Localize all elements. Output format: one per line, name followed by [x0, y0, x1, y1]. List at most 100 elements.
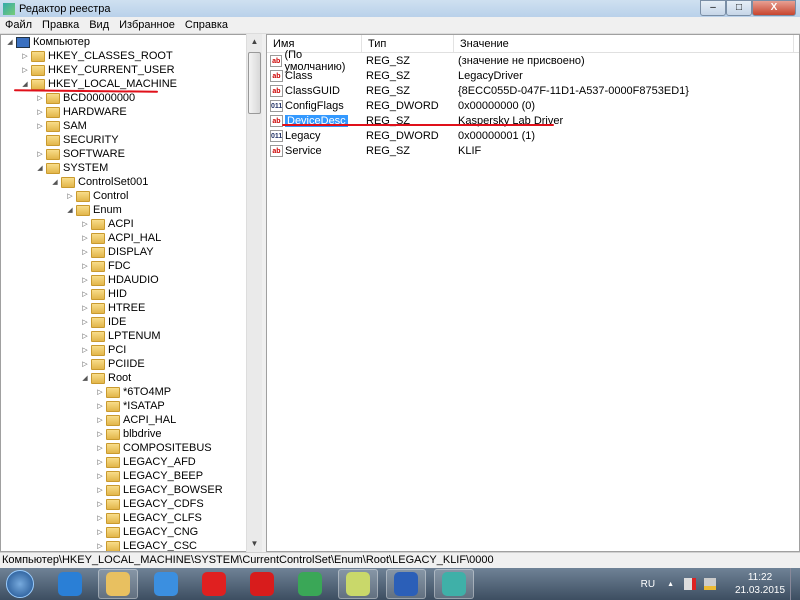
tree-node[interactable]: ▷ DISPLAY [80, 245, 153, 259]
tree-node[interactable]: ▷ HTREE [80, 301, 145, 315]
value-row[interactable]: ab (По умолчанию) REG_SZ (значение не присв… [267, 49, 799, 73]
tree-node[interactable]: ▷ COMPOSITEBUS [95, 441, 211, 455]
tree-node[interactable]: ▷ LEGACY_BOWSER [95, 483, 222, 497]
scroll-thumb[interactable] [248, 52, 261, 114]
taskbar-file-explorer-button[interactable] [98, 569, 138, 599]
expand-arrow-icon[interactable]: ▷ [35, 122, 45, 130]
tree-node[interactable]: ▷ HARDWARE [35, 105, 126, 119]
expand-arrow-icon[interactable]: ▷ [20, 66, 30, 74]
expand-arrow-icon[interactable]: ▷ [35, 94, 45, 102]
expand-arrow-icon[interactable]: ▷ [80, 318, 90, 326]
expand-arrow-icon[interactable]: ▷ [20, 52, 30, 60]
scroll-down-icon[interactable]: ▼ [247, 536, 262, 552]
tree-node[interactable]: ▷ IDE [80, 315, 126, 329]
expand-arrow-icon[interactable]: ▷ [95, 402, 105, 410]
tree-node[interactable]: ▷ blbdrive [95, 427, 161, 441]
expand-arrow-icon[interactable]: ▷ [95, 500, 105, 508]
tree-node[interactable]: ◢ Root [80, 371, 131, 385]
tree-node[interactable]: ▷ LEGACY_CSC [95, 539, 197, 551]
expand-arrow-icon[interactable]: ▷ [80, 290, 90, 298]
tree-node[interactable]: ◢ Компьютер [5, 35, 90, 49]
network-icon[interactable] [704, 578, 716, 590]
expand-arrow-icon[interactable]: ▷ [95, 472, 105, 480]
show-desktop-button[interactable] [790, 568, 800, 600]
tree-node[interactable]: ▷ LEGACY_CDFS [95, 497, 203, 511]
expand-arrow-icon[interactable]: ▷ [80, 262, 90, 270]
taskbar-yandex-browser-button[interactable] [194, 569, 234, 599]
expand-arrow-icon[interactable]: ▷ [95, 486, 105, 494]
menu-help[interactable]: Справка [180, 19, 233, 31]
taskbar-chrome-button[interactable] [290, 569, 330, 599]
tree-node[interactable]: ▷ LEGACY_CNG [95, 525, 198, 539]
tree-node[interactable]: ▷ *6TO4MP [95, 385, 171, 399]
expand-arrow-icon[interactable]: ▷ [95, 416, 105, 424]
tree-node[interactable]: ▷ ACPI_HAL [80, 231, 161, 245]
taskbar-sticky-notes-button[interactable] [338, 569, 378, 599]
value-row[interactable]: 011 Legacy REG_DWORD 0x00000001 (1) [267, 128, 799, 143]
tree-node[interactable]: ▷ *ISATAP [95, 399, 164, 413]
column-value[interactable]: Значение [454, 35, 794, 52]
expand-arrow-icon[interactable]: ▷ [95, 388, 105, 396]
tree-scrollbar[interactable]: ▲ ▼ [246, 34, 262, 552]
tree-node[interactable]: ◢ SYSTEM [35, 161, 108, 175]
tree-node[interactable]: ▷ ACPI [80, 217, 133, 231]
menu-view[interactable]: Вид [84, 19, 114, 31]
collapse-arrow-icon[interactable]: ◢ [80, 374, 90, 382]
clock[interactable]: 11:22 21.03.2015 [730, 571, 790, 597]
menu-file[interactable]: Файл [0, 19, 37, 31]
tree-node[interactable]: ◢ ControlSet001 [50, 175, 148, 189]
expand-arrow-icon[interactable]: ▷ [95, 444, 105, 452]
tree-node[interactable]: ▷ LPTENUM [80, 329, 160, 343]
close-button[interactable]: X [752, 0, 796, 16]
tree-node[interactable]: SECURITY [35, 133, 119, 147]
tree-node[interactable]: ▷ SAM [35, 119, 87, 133]
taskbar-internet-explorer-button[interactable] [50, 569, 90, 599]
show-hidden-icons[interactable]: ▲ [667, 581, 674, 588]
expand-arrow-icon[interactable]: ▷ [35, 150, 45, 158]
taskbar-word-button[interactable] [386, 569, 426, 599]
expand-arrow-icon[interactable]: ▷ [35, 108, 45, 116]
value-row[interactable]: ab ClassGUID REG_SZ {8ECC055D-047F-11D1-A53… [267, 83, 799, 98]
scroll-up-icon[interactable]: ▲ [247, 34, 262, 50]
taskbar-media-player-button[interactable] [146, 569, 186, 599]
expand-arrow-icon[interactable]: ▷ [95, 458, 105, 466]
tree-node[interactable]: ▷ HDAUDIO [80, 273, 158, 287]
tree-node[interactable]: ◢ Enum [65, 203, 121, 217]
expand-arrow-icon[interactable]: ▷ [95, 514, 105, 522]
collapse-arrow-icon[interactable]: ◢ [5, 38, 15, 46]
taskbar-yandex-button[interactable] [242, 569, 282, 599]
column-type[interactable]: Тип [362, 35, 454, 52]
tree-node[interactable]: ▷ LEGACY_CLFS [95, 511, 202, 525]
tree-node[interactable]: ▷ HKEY_CLASSES_ROOT [20, 49, 172, 63]
expand-arrow-icon[interactable]: ▷ [95, 542, 105, 550]
expand-arrow-icon[interactable]: ▷ [80, 332, 90, 340]
maximize-button[interactable]: □ [726, 0, 752, 16]
tree-node[interactable]: ▷ LEGACY_BEEP [95, 469, 203, 483]
tree-node[interactable]: ▷ HID [80, 287, 127, 301]
start-button[interactable] [0, 569, 40, 599]
tree-node[interactable]: ▷ PCI [80, 343, 126, 357]
tree-node[interactable]: ▷ PCIIDE [80, 357, 144, 371]
tree-node[interactable]: ▷ ACPI_HAL [95, 413, 176, 427]
action-center-icon[interactable] [684, 578, 696, 590]
expand-arrow-icon[interactable]: ▷ [80, 220, 90, 228]
expand-arrow-icon[interactable]: ▷ [80, 234, 90, 242]
collapse-arrow-icon[interactable]: ◢ [35, 164, 45, 172]
expand-arrow-icon[interactable]: ▷ [95, 430, 105, 438]
value-row[interactable]: ab Service REG_SZ KLIF [267, 143, 799, 158]
collapse-arrow-icon[interactable]: ◢ [20, 80, 30, 88]
expand-arrow-icon[interactable]: ▷ [80, 248, 90, 256]
collapse-arrow-icon[interactable]: ◢ [65, 206, 75, 214]
expand-arrow-icon[interactable]: ▷ [80, 304, 90, 312]
menu-favorites[interactable]: Избранное [114, 19, 180, 31]
expand-arrow-icon[interactable]: ▷ [65, 192, 75, 200]
language-indicator[interactable]: RU [641, 579, 655, 590]
registry-tree[interactable]: ◢ Компьютер ▷ HKEY_CLASSES_ROOT ▷ HKEY_CURREN… [0, 34, 262, 552]
tree-node[interactable]: ▷ Control [65, 189, 128, 203]
expand-arrow-icon[interactable]: ▷ [80, 360, 90, 368]
tree-node[interactable]: ▷ HKEY_CURRENT_USER [20, 63, 174, 77]
expand-arrow-icon[interactable]: ▷ [95, 528, 105, 536]
expand-arrow-icon[interactable]: ▷ [80, 276, 90, 284]
tree-node[interactable]: ▷ FDC [80, 259, 130, 273]
menu-edit[interactable]: Правка [37, 19, 84, 31]
